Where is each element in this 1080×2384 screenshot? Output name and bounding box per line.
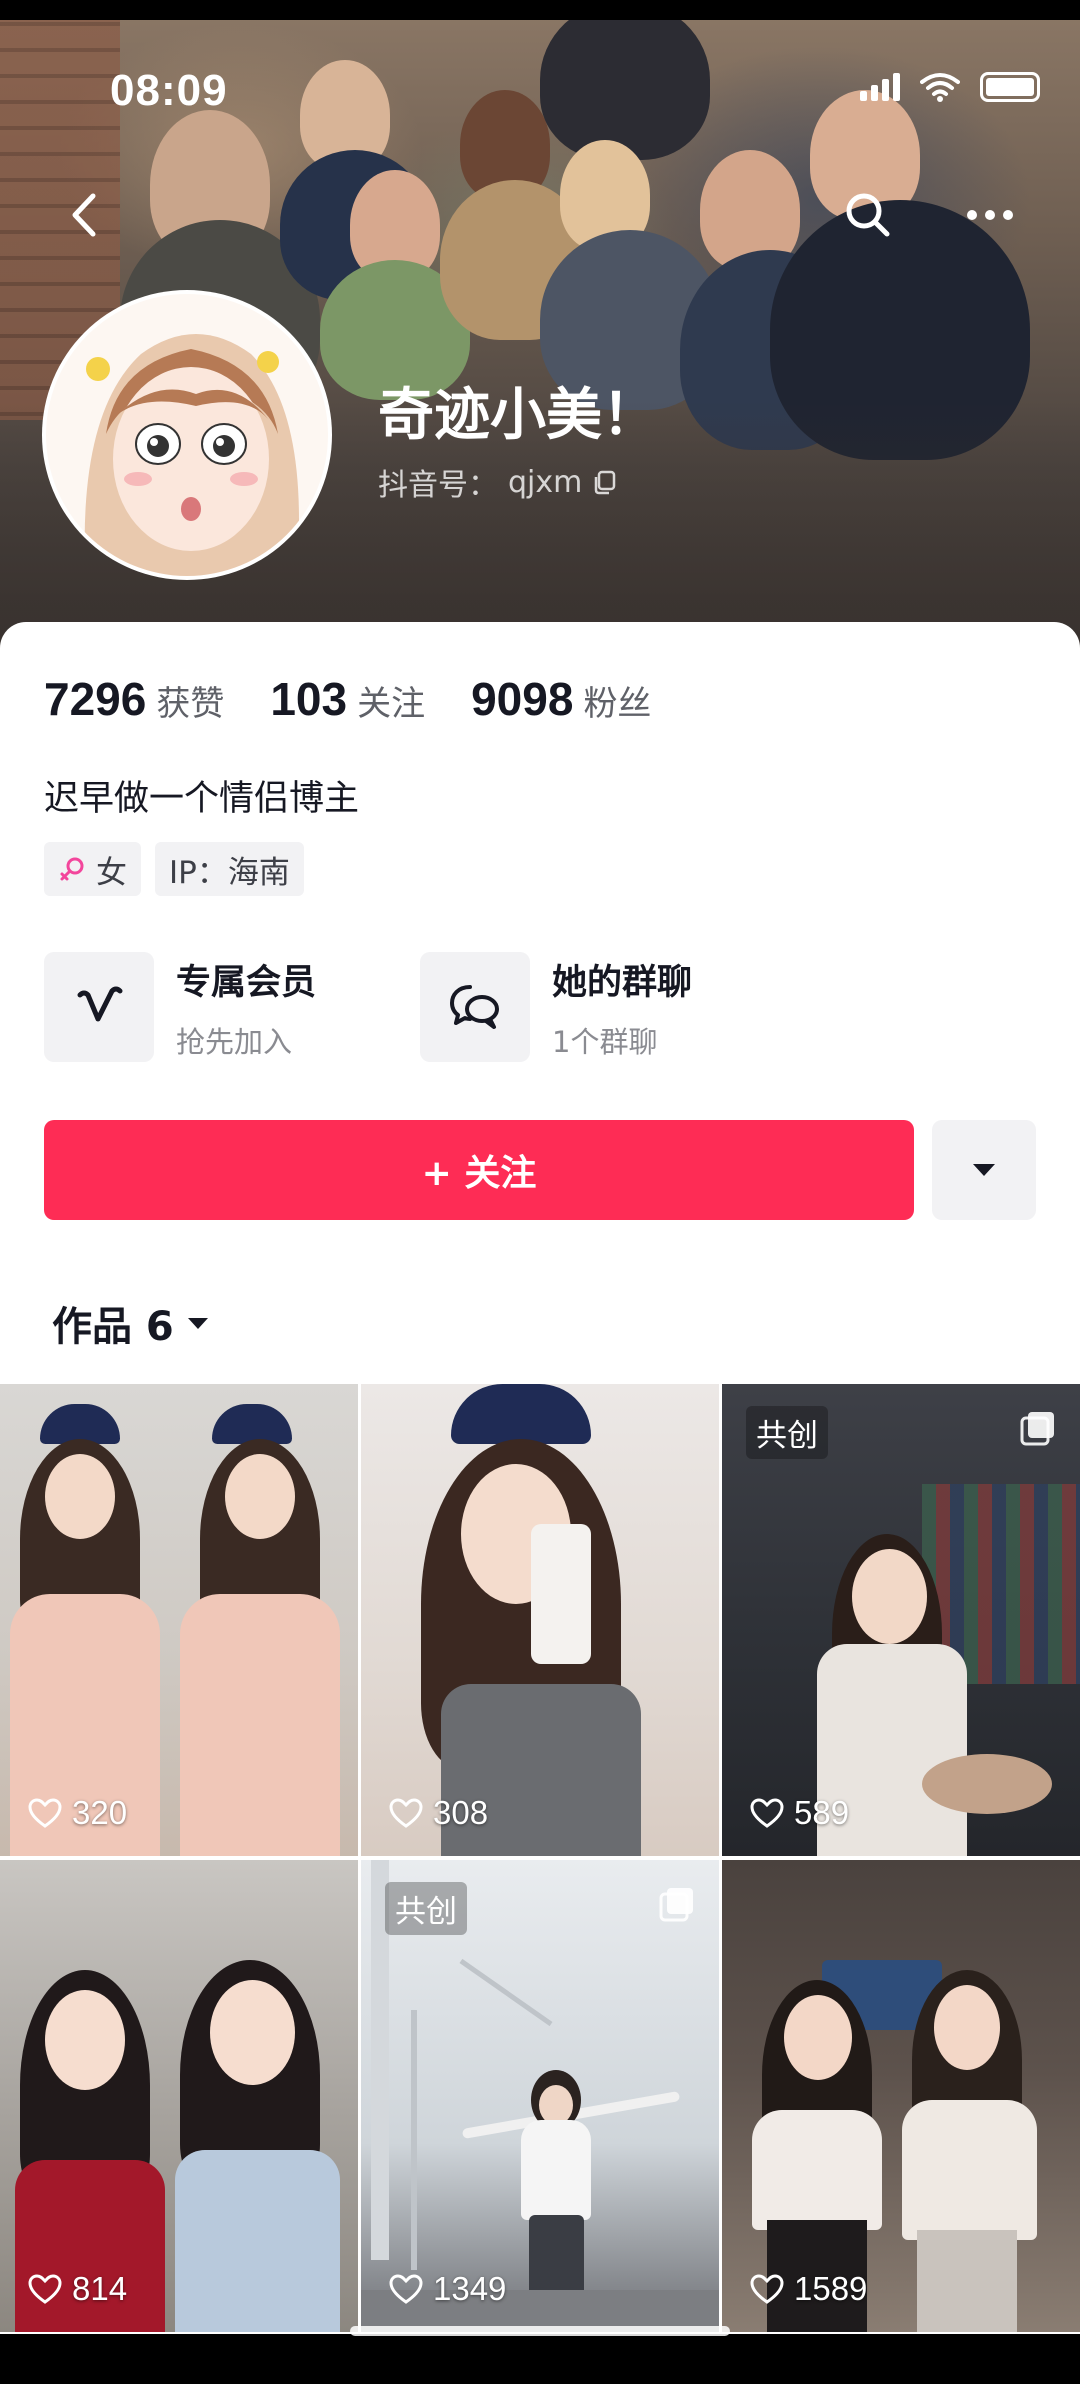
stat-likes-value: 7296 — [44, 673, 147, 725]
search-button[interactable] — [833, 180, 903, 250]
wifi-icon — [920, 73, 960, 102]
video-likes: 814 — [28, 2270, 127, 2308]
gender-label: 女 — [96, 854, 127, 891]
feature-membership[interactable]: 专属会员 抢先加入 — [44, 952, 420, 1062]
profile-bio: 迟早做一个情侣博主 — [44, 779, 360, 819]
stat-followers-value: 9098 — [471, 673, 574, 725]
back-arrow-icon — [72, 193, 96, 237]
status-icons — [860, 72, 1040, 102]
copy-icon[interactable] — [592, 469, 618, 495]
battery-icon — [980, 72, 1040, 102]
profile-id[interactable]: 抖音号： qjxm — [378, 460, 618, 504]
feature-membership-sub: 抢先加入 — [176, 1024, 293, 1059]
video-tile[interactable]: 共创 1349 — [361, 1860, 719, 2332]
status-time: 08:09 — [110, 66, 228, 115]
feature-group-chat-sub: 1个群聊 — [552, 1024, 658, 1059]
feature-membership-icon-box — [44, 952, 154, 1062]
profile-features: 专属会员 抢先加入 她的群聊 1个群聊 — [44, 952, 796, 1062]
heart-icon — [28, 2274, 62, 2304]
video-likes-count: 1589 — [794, 2270, 868, 2307]
recommend-dropdown-button[interactable] — [932, 1120, 1036, 1220]
co-creation-badge: 共创 — [385, 1882, 467, 1935]
heart-icon — [28, 1798, 62, 1828]
heart-icon — [389, 1798, 423, 1828]
stat-following-label: 关注 — [357, 684, 426, 724]
heart-icon — [389, 2274, 423, 2304]
video-likes: 320 — [28, 1794, 127, 1832]
caret-down-icon — [973, 1164, 995, 1176]
feature-group-chat-icon-box — [420, 952, 530, 1062]
video-likes: 308 — [389, 1794, 488, 1832]
stat-likes-label: 获赞 — [156, 684, 225, 724]
caret-down-icon — [187, 1318, 208, 1329]
top-edge — [0, 0, 1080, 20]
stat-following-value: 103 — [270, 673, 348, 725]
search-icon — [846, 193, 890, 237]
profile-card: 7296 获赞 103 关注 9098 粉丝 迟早做一个情侣博主 女 IP：海南 — [0, 622, 1080, 1384]
profile-name: 奇迹小美！ — [378, 383, 658, 448]
ip-tag: IP：海南 — [155, 842, 304, 896]
multi-image-icon — [1020, 1412, 1054, 1446]
feature-group-chat-title: 她的群聊 — [552, 962, 693, 1003]
stat-followers-label: 粉丝 — [583, 684, 652, 724]
female-icon — [60, 857, 84, 881]
back-button[interactable] — [50, 180, 120, 250]
stat-following[interactable]: 103 关注 — [270, 672, 425, 726]
profile-tags: 女 IP：海南 — [44, 842, 304, 896]
tab-works-label: 作品 6 — [52, 1304, 174, 1350]
group-chat-icon — [450, 985, 499, 1029]
heart-icon — [750, 1798, 784, 1828]
more-options-button[interactable] — [955, 180, 1025, 250]
video-tile[interactable]: 320 — [0, 1384, 358, 1856]
video-likes-count: 814 — [72, 2270, 128, 2307]
stat-likes[interactable]: 7296 获赞 — [44, 672, 224, 726]
video-likes: 1589 — [750, 2270, 867, 2308]
multi-image-icon — [659, 1888, 693, 1922]
video-tile[interactable]: 308 — [361, 1384, 719, 1856]
profile-stats: 7296 获赞 103 关注 9098 粉丝 — [44, 672, 697, 726]
video-likes-count: 1349 — [433, 2270, 507, 2307]
ip-label: IP：海南 — [169, 854, 290, 891]
avatar[interactable] — [42, 290, 332, 580]
video-likes: 1349 — [389, 2270, 506, 2308]
vip-v-icon — [77, 986, 123, 1022]
more-dots-icon — [967, 210, 1013, 220]
video-tile[interactable]: 1589 — [722, 1860, 1080, 2332]
heart-icon — [750, 2274, 784, 2304]
feature-group-chat[interactable]: 她的群聊 1个群聊 — [420, 952, 796, 1062]
video-likes-count: 320 — [72, 1794, 128, 1831]
video-tile[interactable]: 共创 589 — [722, 1384, 1080, 1856]
video-likes: 589 — [750, 1794, 849, 1832]
profile-id-label: 抖音号： — [378, 468, 498, 503]
avatar-illustration-icon — [46, 294, 328, 576]
stat-followers[interactable]: 9098 粉丝 — [471, 672, 651, 726]
video-grid: 320 308 共创 589 814 共创 1349 1589 — [0, 1384, 1080, 2334]
video-likes-count: 308 — [433, 1794, 489, 1831]
follow-button[interactable]: + 关注 — [44, 1120, 914, 1220]
co-creation-badge: 共创 — [746, 1406, 828, 1459]
bottom-edge — [0, 2338, 1080, 2384]
video-tile[interactable]: 814 — [0, 1860, 358, 2332]
gender-tag: 女 — [44, 842, 141, 896]
signal-icon — [860, 73, 900, 101]
home-indicator[interactable] — [350, 2326, 730, 2336]
tab-works[interactable]: 作品 6 — [52, 1294, 210, 1352]
feature-membership-title: 专属会员 — [176, 962, 317, 1003]
video-likes-count: 589 — [794, 1794, 850, 1831]
profile-id-value: qjxm — [508, 464, 583, 500]
